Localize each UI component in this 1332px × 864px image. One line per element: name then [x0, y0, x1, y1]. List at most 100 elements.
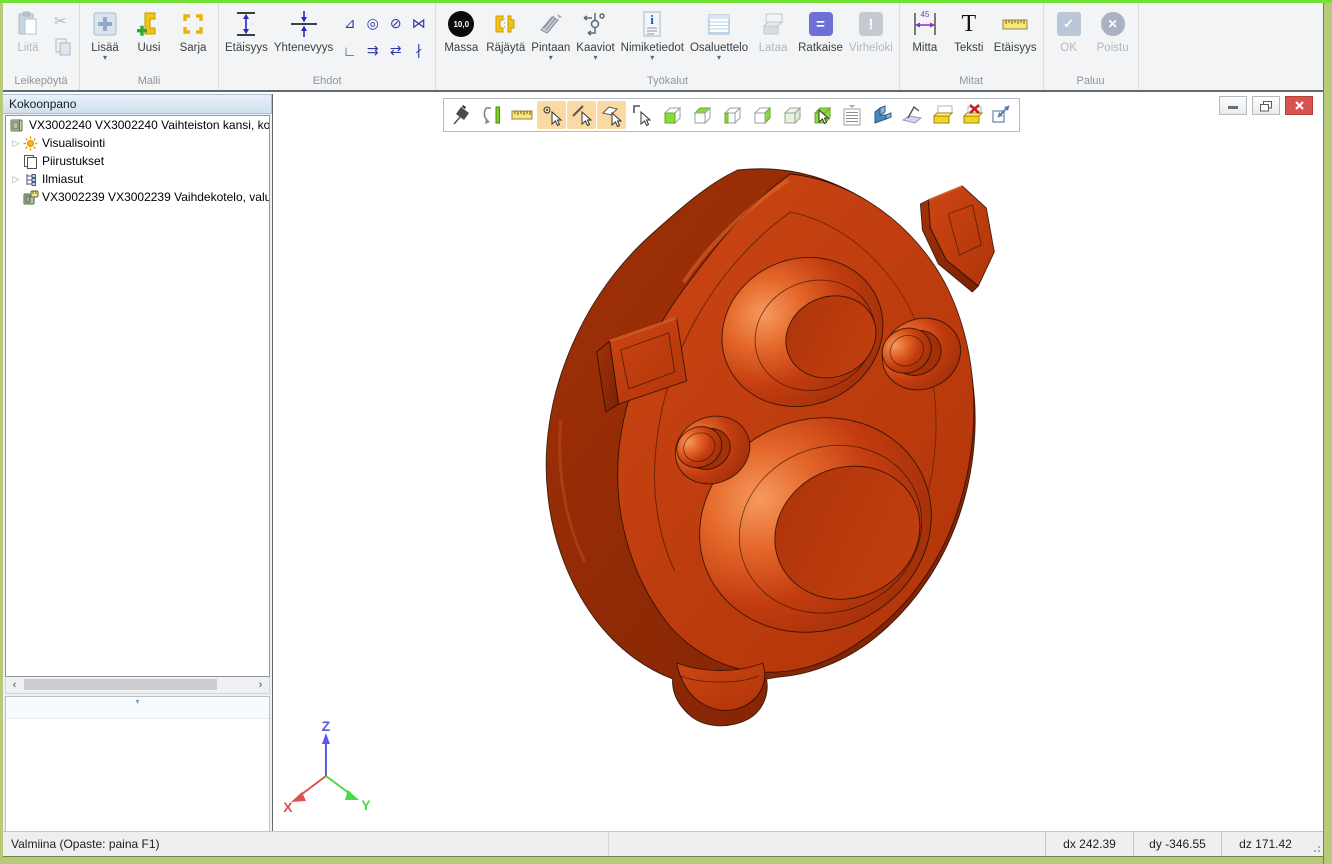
tree-horizontal-scrollbar[interactable]: ‹ ›: [5, 677, 270, 694]
expander-icon[interactable]: ▷: [10, 174, 22, 185]
constraint-equal-icon[interactable]: ⇄: [390, 42, 402, 59]
cube-top-face-icon[interactable]: [687, 101, 716, 129]
constraint-parallel-icon[interactable]: ⇉: [367, 42, 379, 59]
new-button[interactable]: Uusi: [127, 4, 171, 74]
ribbon-group-tools: 10,0 Massa Räjäytä Pintaan ▾ Ka: [436, 3, 900, 90]
tree-item-part-vx3002239[interactable]: VX3002239 VX3002239 Vaihdekotelo, valu .: [6, 188, 269, 206]
series-label: Sarja: [180, 42, 207, 54]
copy-icon[interactable]: [54, 38, 72, 61]
expander-icon[interactable]: ▷: [10, 138, 22, 149]
sidebar-header: Kokoonpano: [3, 94, 272, 114]
minimize-button[interactable]: [1219, 96, 1247, 115]
coincidence-button[interactable]: Yhtenevyys: [271, 4, 336, 74]
schematics-button[interactable]: Kaaviot ▾: [573, 4, 617, 74]
parts-list-caret-icon: ▾: [717, 54, 721, 61]
cut-icon[interactable]: ✂: [54, 12, 72, 30]
document-window-controls: [1219, 96, 1313, 115]
tree-item-appearances[interactable]: ▷ Ilmiasut: [6, 170, 269, 188]
svg-text:i: i: [650, 12, 654, 27]
select-part-icon[interactable]: [627, 101, 656, 129]
distance-constraint-button[interactable]: Etäisyys: [222, 4, 271, 74]
cube-solid-icon[interactable]: [777, 101, 806, 129]
dimension-label: Mitta: [912, 42, 937, 54]
flip-direction-icon[interactable]: [477, 101, 506, 129]
coincidence-label: Yhtenevyys: [274, 42, 333, 54]
solve-button[interactable]: = Ratkaise: [795, 4, 846, 74]
load-label: Lataa: [759, 42, 788, 54]
splitter-collapse-icon[interactable]: ▾: [6, 697, 269, 719]
measure-ruler-icon[interactable]: [507, 101, 536, 129]
constraint-tangent-icon[interactable]: ⊘: [390, 15, 402, 32]
text-button[interactable]: T Teksti: [947, 4, 991, 74]
cube-select-icon[interactable]: [807, 101, 836, 129]
axis-z-label: Z: [322, 718, 331, 734]
series-button[interactable]: Sarja: [171, 4, 215, 74]
ok-button[interactable]: ✓ OK: [1047, 4, 1091, 74]
model-canvas[interactable]: Z X Y: [273, 94, 1323, 831]
explode-button[interactable]: Räjäytä: [483, 4, 528, 74]
scrollbar-thumb[interactable]: [24, 679, 217, 690]
group-label-tools: Työkalut: [439, 74, 896, 90]
solve-icon: =: [809, 12, 833, 36]
cube-front-face-icon[interactable]: [657, 101, 686, 129]
scroll-left-icon[interactable]: ‹: [6, 677, 23, 692]
tray-icon[interactable]: [927, 101, 956, 129]
select-face-icon[interactable]: [597, 101, 626, 129]
tree-item-visualization[interactable]: ▷ Visualisointi: [6, 134, 269, 152]
schematics-caret-icon: ▾: [593, 54, 597, 61]
load-icon: [758, 8, 788, 40]
exit-label: Poistu: [1097, 42, 1129, 54]
gearbox-cover-model[interactable]: [546, 169, 994, 726]
restore-button[interactable]: [1252, 96, 1280, 115]
select-point-icon[interactable]: [537, 101, 566, 129]
mass-button[interactable]: 10,0 Massa: [439, 4, 483, 74]
constraint-symmetry-icon[interactable]: ⋈: [412, 15, 426, 32]
selection-list-icon[interactable]: [837, 101, 866, 129]
tree-item-drawings[interactable]: Piirustukset: [6, 152, 269, 170]
exit-button[interactable]: ✕ Poistu: [1091, 4, 1135, 74]
resize-view-icon[interactable]: [987, 101, 1016, 129]
add-button[interactable]: Lisää ▾: [83, 4, 127, 74]
tree-item-label: Visualisointi: [42, 136, 105, 150]
select-edge-icon[interactable]: [567, 101, 596, 129]
item-data-button[interactable]: i Nimiketiedot ▾: [618, 4, 687, 74]
axis-y-label: Y: [361, 797, 371, 813]
measure-distance-button[interactable]: Etäisyys: [991, 4, 1040, 74]
explode-icon: [491, 8, 521, 40]
add-caret-icon: ▾: [103, 54, 107, 61]
error-log-label: Virheloki: [849, 42, 893, 54]
paste-button[interactable]: Liitä: [6, 4, 50, 74]
extrude-icon[interactable]: [867, 101, 896, 129]
sketch-plane-icon[interactable]: [897, 101, 926, 129]
error-log-button[interactable]: ! Virheloki: [846, 4, 896, 74]
drawings-icon: [22, 154, 39, 169]
tree-item-root-assembly[interactable]: VX3002240 VX3002240 Vaihteiston kansi, k…: [6, 116, 269, 134]
parts-list-button[interactable]: Osaluettelo ▾: [687, 4, 751, 74]
schematics-icon: [580, 8, 610, 40]
distance-constraint-icon: [231, 8, 261, 40]
dimension-button[interactable]: 45 Mitta: [903, 4, 947, 74]
axis-x-label: X: [283, 799, 293, 815]
item-data-caret-icon: ▾: [650, 54, 654, 61]
constraint-angle-icon[interactable]: ⊿: [344, 15, 356, 32]
constraint-concentric-icon[interactable]: ◎: [367, 15, 379, 32]
status-dx: dx 242.39: [1045, 832, 1133, 856]
cube-left-face-icon[interactable]: [717, 101, 746, 129]
ribbon-group-constraints: Etäisyys Yhtenevyys ⊿ ◎ ⊘ ⋈ ∟ ⇉ ⇄ ∤ Ehdo…: [219, 3, 436, 90]
scroll-right-icon[interactable]: ›: [252, 677, 269, 692]
close-button[interactable]: [1285, 96, 1313, 115]
resize-grip[interactable]: [1309, 832, 1323, 856]
error-log-icon: !: [859, 12, 883, 36]
constraint-strike-icon[interactable]: ∤: [415, 42, 422, 59]
constraint-perpendicular-icon[interactable]: ∟: [343, 43, 357, 59]
pin-icon[interactable]: [447, 101, 476, 129]
viewport-3d[interactable]: Z X Y: [272, 94, 1323, 831]
ribbon: Liitä ✂ Leikepöytä Lisää ▾: [3, 3, 1323, 92]
cube-right-face-icon[interactable]: [747, 101, 776, 129]
coincidence-icon: [287, 8, 321, 40]
to-surface-button[interactable]: Pintaan ▾: [528, 4, 573, 74]
load-button[interactable]: Lataa: [751, 4, 795, 74]
tray-delete-icon[interactable]: [957, 101, 986, 129]
ok-label: OK: [1060, 42, 1077, 54]
status-message: Valmiina (Opaste: paina F1): [3, 832, 609, 856]
